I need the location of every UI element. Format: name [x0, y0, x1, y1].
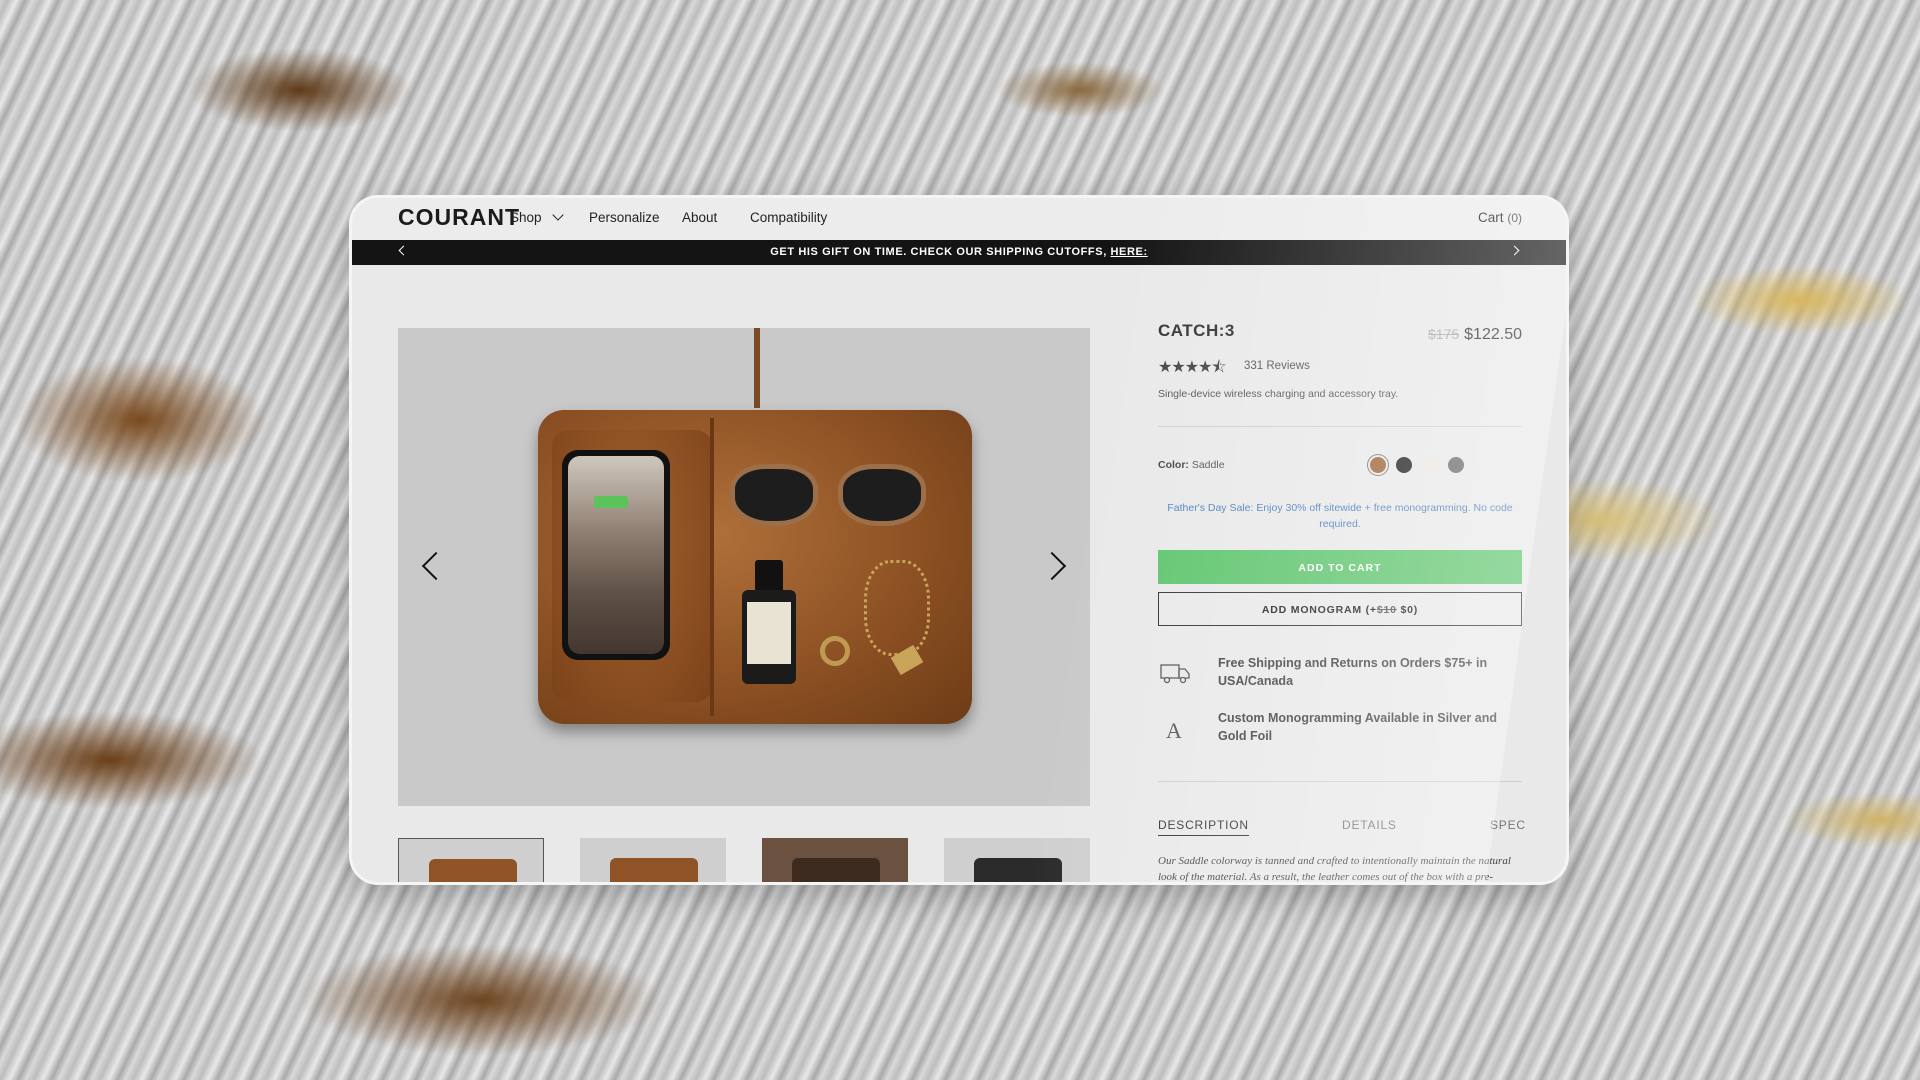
thumbnail-1-image [429, 859, 517, 882]
charging-cable [754, 328, 760, 408]
phone-image [562, 450, 670, 660]
bottle-image [742, 560, 796, 684]
top-nav: COURANT Shop Personalize About Compatibi… [352, 198, 1566, 240]
phone-screen [568, 456, 664, 654]
leather-tray [538, 410, 972, 724]
monogram-old-price: $10 [1376, 604, 1397, 616]
original-price: $175 [1428, 326, 1460, 342]
swatch-grey[interactable] [1448, 457, 1464, 473]
brand-logo[interactable]: COURANT [398, 204, 520, 231]
nav-shop[interactable]: Shop [510, 209, 564, 225]
monogram-new-price: $0) [1396, 604, 1419, 616]
truck-icon [1160, 664, 1190, 684]
swatch-saddle[interactable] [1370, 457, 1386, 473]
image-prev-icon[interactable] [421, 551, 451, 581]
sale-price: $122.50 [1464, 326, 1522, 343]
cart-link[interactable]: Cart (0) [1478, 210, 1522, 225]
bottle-cap [755, 560, 783, 592]
short-description: Single-device wireless charging and acce… [1158, 388, 1399, 400]
product-image [398, 328, 1090, 806]
shipping-feature-text: Free Shipping and Returns on Orders $75+… [1218, 656, 1488, 688]
color-label: Color: Saddle [1158, 459, 1225, 471]
swatch-cream[interactable] [1422, 457, 1438, 473]
nav-shop-label: Shop [510, 210, 542, 225]
thumbnail-1[interactable] [398, 838, 544, 882]
thumbnail-3-image [792, 858, 880, 882]
image-next-icon[interactable] [1037, 551, 1067, 581]
tab-spec[interactable]: SPEC [1490, 818, 1526, 832]
banner-text: GET HIS GIFT ON TIME. CHECK OUR SHIPPING… [352, 246, 1566, 258]
ring-image [820, 636, 850, 666]
sunglasses-right-lens [838, 464, 926, 526]
divider [1158, 781, 1522, 782]
nav-personalize[interactable]: Personalize [589, 210, 660, 225]
battery-icon [594, 496, 628, 508]
cart-count: (0) [1507, 211, 1522, 225]
nav-compatibility[interactable]: Compatibility [750, 210, 827, 225]
thumbnail-3[interactable] [762, 838, 908, 882]
tab-description[interactable]: DESCRIPTION [1158, 818, 1249, 836]
divider [1158, 426, 1522, 427]
swatch-black[interactable] [1396, 457, 1412, 473]
browser-window: COURANT Shop Personalize About Compatibi… [352, 198, 1566, 882]
necklace-image [864, 560, 930, 656]
bottle-body [742, 590, 796, 684]
add-monogram-button[interactable]: ADD MONOGRAM (+$10 $0) [1158, 592, 1522, 626]
announcement-banner: GET HIS GIFT ON TIME. CHECK OUR SHIPPING… [352, 240, 1566, 265]
description-text: Our Saddle colorway is tanned and crafte… [1158, 855, 1511, 882]
svg-text:A: A [1166, 718, 1182, 742]
monogram-letter-icon: A [1166, 718, 1182, 742]
sunglasses-image [716, 454, 940, 526]
banner-link[interactable]: HERE: [1111, 246, 1148, 258]
rating-stars-icon: ★★★★⯪ [1158, 359, 1227, 376]
monogram-label: ADD MONOGRAM (+ [1261, 604, 1377, 616]
tray-divider [710, 418, 714, 716]
thumbnail-4-image [974, 858, 1062, 882]
thumbnail-4[interactable] [944, 838, 1090, 882]
monogram-feature-text: Custom Monogramming Available in Silver … [1218, 711, 1497, 743]
sale-message: Father's Day Sale: Enjoy 30% off sitewid… [1167, 502, 1513, 530]
cart-label: Cart [1478, 210, 1504, 225]
sunglasses-left-lens [730, 464, 818, 526]
chevron-down-icon [551, 209, 564, 221]
thumbnail-2-image [610, 858, 698, 882]
banner-message: GET HIS GIFT ON TIME. CHECK OUR SHIPPING… [770, 246, 1107, 258]
reviews-link[interactable]: 331 Reviews [1244, 360, 1310, 372]
product-title: CATCH:3 [1158, 321, 1235, 340]
nav-about[interactable]: About [682, 210, 717, 225]
color-value: Saddle [1191, 459, 1225, 471]
add-to-cart-button[interactable]: ADD TO CART [1158, 550, 1522, 584]
product-price: $175 $122.50 [1428, 326, 1522, 344]
tab-details[interactable]: DETAILS [1342, 818, 1397, 832]
bottle-label [747, 602, 791, 664]
thumbnail-2[interactable] [580, 838, 726, 882]
screen-glare [1025, 198, 1566, 882]
color-label-key: Color: [1158, 459, 1189, 471]
